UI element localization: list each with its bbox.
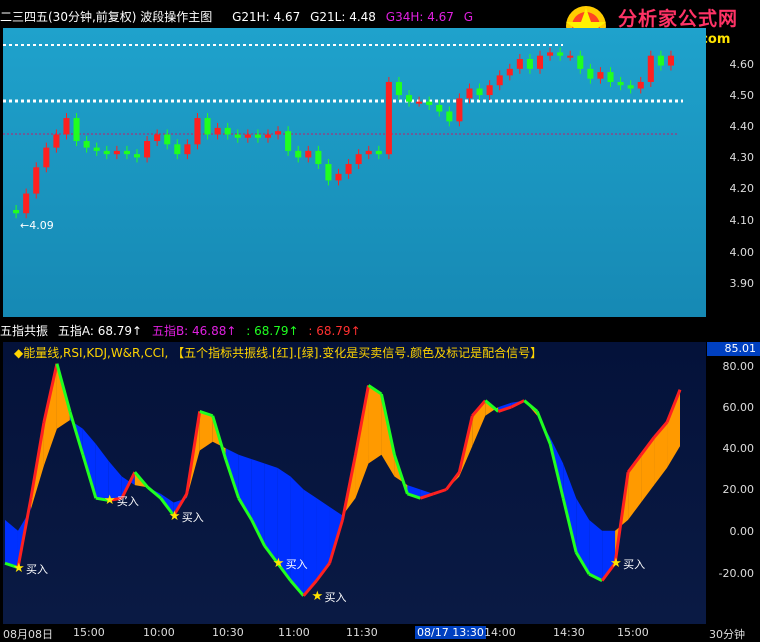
- indicator-axis: 80.00 60.00 40.00 20.00 0.00 -20.00: [707, 342, 760, 624]
- indicator-c: : 68.79↑: [246, 324, 299, 338]
- buy-label: 买入: [181, 510, 204, 524]
- time-tick-label: 14:00: [484, 626, 516, 639]
- period-label[interactable]: 30分钟: [709, 626, 745, 642]
- indicator-tick-label: 20.00: [722, 483, 755, 496]
- indicator-panel[interactable]: ★ 买入 ★ 买入 ★ 买入 ★ 买入 ★ 买入 ★ 买入: [3, 342, 706, 624]
- price-tick-label: 4.10: [729, 214, 755, 227]
- g21h-value: G21H: 4.67: [232, 10, 301, 24]
- indicator-tick-label: -20.00: [718, 567, 754, 580]
- time-tick-label: 08/17 13:30: [415, 626, 486, 639]
- buy-star-icon: ★: [103, 493, 116, 509]
- time-tick-label: 15:00: [73, 626, 105, 639]
- indicator-b: 五指B: 46.88↑: [151, 324, 237, 338]
- time-tick-label: 11:30: [346, 626, 378, 639]
- main-price-axis: 4.60 4.50 4.40 4.30 4.20 4.10 4.00 3.90: [707, 28, 760, 317]
- band-segment: [667, 389, 680, 468]
- g34h-value: G34H: 4.67: [385, 10, 454, 24]
- indicator-tick-label: 80.00: [722, 360, 755, 373]
- indicator-tick-label: 40.00: [722, 442, 755, 455]
- buy-label: 买入: [116, 495, 139, 509]
- buy-label: 买入: [285, 558, 308, 572]
- buy-star-icon: ★: [610, 556, 622, 572]
- g21l-value: G21L: 4.48: [310, 10, 376, 24]
- time-tick-label: 10:00: [143, 626, 175, 639]
- indicator-d: : 68.79↑: [308, 324, 361, 338]
- time-tick-label: 14:30: [553, 626, 585, 639]
- chart-title: 二三四五(30分钟,前复权) 波段操作主图: [0, 10, 213, 24]
- band-segment: [303, 489, 317, 596]
- price-tick-label: 4.30: [729, 151, 755, 164]
- indicator-a: 五指A: 68.79↑: [57, 324, 143, 338]
- logo-title: 分析家公式网: [618, 8, 739, 30]
- indicator-formula: ◆能量线,RSI,KDJ,W&R,CCI, 【五个指标共振线.[红].[绿].变…: [14, 346, 543, 360]
- candlestick-panel[interactable]: ←4.09: [3, 28, 706, 317]
- buy-star-icon: ★: [272, 556, 285, 572]
- low-price-label: ←4.09: [20, 219, 54, 232]
- price-tick-label: 4.60: [729, 58, 755, 71]
- price-tick-label: 3.90: [729, 277, 755, 290]
- buy-label: 买入: [324, 590, 347, 604]
- band-segment: [589, 519, 603, 581]
- resonance-line: [146, 486, 162, 500]
- price-tick-label: 4.20: [729, 182, 755, 195]
- indicator-tick-label: 60.00: [722, 401, 755, 414]
- time-tick-label: 08月08日: [3, 628, 53, 641]
- buy-label: 买入: [25, 562, 48, 576]
- resonance-line: [432, 488, 447, 496]
- buy-star-icon: ★: [168, 508, 181, 524]
- chart-window: 二三四五(30分钟,前复权) 波段操作主图 G21H: 4.67 G21L: 4…: [0, 0, 760, 641]
- buy-label: 买入: [623, 558, 646, 572]
- price-tick-label: 4.40: [729, 120, 755, 133]
- resonance-line: [523, 399, 539, 413]
- candles-svg: [3, 44, 683, 219]
- indicator-name: 五指共振: [0, 324, 49, 338]
- time-tick-label: 11:00: [278, 626, 310, 639]
- indicator-tick-label: 0.00: [729, 525, 755, 538]
- time-tick-label: 15:00: [617, 626, 649, 639]
- band-segment: [199, 411, 213, 451]
- resonance-line: [535, 410, 552, 445]
- buy-star-icon: ★: [12, 560, 25, 576]
- price-tick-label: 4.50: [729, 89, 755, 102]
- time-axis: 08月08日 15:00 10:00 10:30 11:00 11:30 08/17 13:…: [0, 625, 760, 641]
- indicator-chart: [4, 363, 682, 597]
- band-segment: [368, 385, 382, 464]
- resonance-line: [445, 471, 461, 491]
- band-segment: [290, 476, 304, 596]
- time-tick-label: 10:30: [212, 626, 244, 639]
- band-segment: [95, 443, 109, 501]
- indicator-header: 五指共振 五指A: 68.79↑ 五指B: 46.88↑ : 68.79↑ : …: [0, 322, 367, 340]
- buy-star-icon: ★: [311, 588, 324, 604]
- price-tick-label: 4.00: [729, 246, 755, 259]
- g34h-suffix: G: [463, 10, 474, 24]
